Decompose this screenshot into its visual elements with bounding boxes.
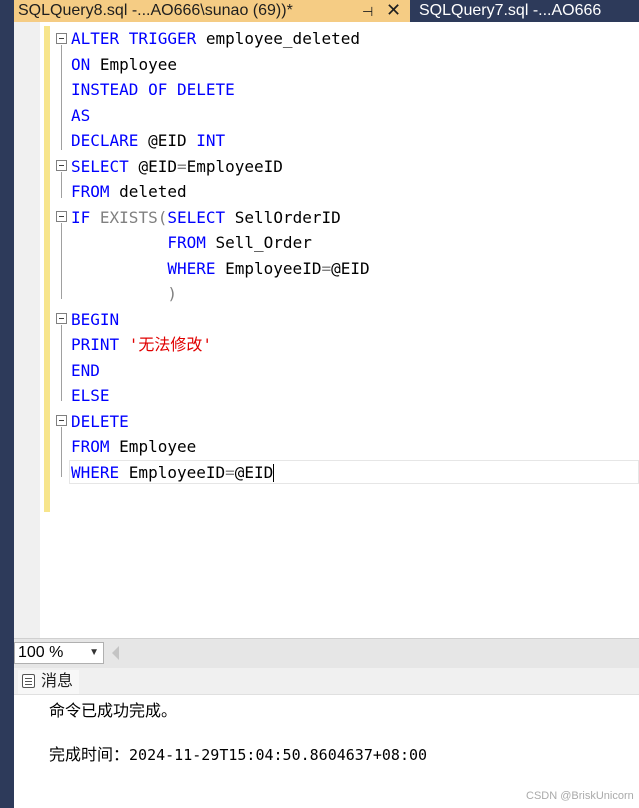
sql-token: @EID: [138, 156, 177, 176]
sql-keyword: ELSE: [71, 386, 110, 405]
window-frame: [0, 0, 14, 808]
text-caret: [273, 464, 275, 482]
completion-time-label: 完成时间：: [49, 745, 130, 764]
fold-guide: [61, 172, 62, 198]
code-line[interactable]: BEGIN: [71, 307, 370, 333]
sql-keyword: WHERE: [167, 258, 226, 278]
code-line[interactable]: SELECT @EID=EmployeeID: [71, 154, 370, 180]
code-line[interactable]: ): [71, 281, 370, 307]
scroll-left-icon[interactable]: [112, 646, 119, 660]
sql-keyword: INSTEAD OF DELETE: [71, 80, 235, 99]
code-line[interactable]: IF EXISTS(SELECT SellOrderID: [71, 205, 370, 231]
sql-keyword: FROM: [71, 437, 120, 456]
change-tracking-bar: [44, 26, 50, 512]
fold-guide: [61, 325, 62, 401]
sql-keyword: AS: [71, 105, 91, 125]
sql-token: @EID: [331, 258, 370, 278]
sql-token: Employee: [99, 54, 177, 74]
pin-icon[interactable]: ⊣: [362, 1, 373, 22]
tab-messages[interactable]: 消息: [18, 670, 80, 694]
result-message: 命令已成功完成。: [49, 701, 178, 720]
sql-keyword: WHERE: [71, 462, 129, 482]
code-line[interactable]: DELETE: [71, 409, 370, 435]
sql-keyword: BEGIN: [71, 309, 120, 329]
sql-keyword: SELECT: [71, 156, 139, 176]
close-icon[interactable]: ✕: [386, 0, 401, 21]
sql-keyword: PRINT: [71, 335, 129, 354]
code-line[interactable]: DECLARE @EID INT: [71, 128, 370, 154]
tab-sqlquery7[interactable]: SQLQuery7.sql -...AO666: [415, 0, 639, 22]
sql-token: =: [176, 156, 187, 176]
document-tab-bar: SQLQuery8.sql -...AO666\sunao (69))* ⊣ ✕…: [14, 0, 639, 22]
editor-status-bar: 100 % ▼: [14, 638, 639, 668]
code-line[interactable]: WHERE EmployeeID=@EID: [71, 460, 370, 486]
code-line[interactable]: ALTER TRIGGER employee_deleted: [71, 26, 370, 52]
sql-string: '无法修改': [128, 335, 213, 354]
code-line[interactable]: FROM Employee: [71, 434, 370, 460]
sql-token: deleted: [119, 182, 187, 201]
sql-token: EmployeeID: [225, 258, 322, 278]
sql-keyword: INT: [196, 131, 226, 150]
sql-keyword: IF: [71, 207, 100, 227]
fold-toggle-icon[interactable]: [56, 33, 67, 44]
sql-keyword: DELETE: [71, 411, 129, 431]
sql-token: EmployeeID: [128, 462, 226, 482]
sql-token: EXISTS(: [99, 207, 168, 227]
results-pane: 消息 命令已成功完成。 完成时间：2024-11-29T15:04:50.860…: [14, 668, 639, 808]
code-line[interactable]: FROM deleted: [71, 179, 370, 205]
fold-toggle-icon[interactable]: [56, 211, 67, 222]
fold-toggle-icon[interactable]: [56, 160, 67, 171]
fold-guide: [61, 223, 62, 299]
code-line[interactable]: AS: [71, 103, 370, 129]
zoom-dropdown[interactable]: 100 % ▼: [14, 642, 104, 664]
sql-keyword: ON: [71, 54, 100, 74]
query-editor[interactable]: ALTER TRIGGER employee_deleted ON Employe…: [14, 22, 639, 638]
fold-toggle-icon[interactable]: [56, 313, 67, 324]
editor-gutter: [14, 22, 40, 638]
sql-token: EmployeeID: [186, 156, 283, 176]
code-line[interactable]: INSTEAD OF DELETE: [71, 77, 370, 103]
sql-keyword: FROM: [167, 233, 216, 252]
sql-keyword: DECLARE: [71, 131, 149, 150]
results-tab-bar: 消息: [14, 668, 639, 695]
fold-toggle-icon[interactable]: [56, 415, 67, 426]
sql-keyword: END: [71, 360, 100, 380]
completion-time-value: 2024-11-29T15:04:50.8604637+08:00: [129, 746, 428, 764]
code-line[interactable]: END: [71, 358, 370, 384]
completion-time-row: 完成时间：2024-11-29T15:04:50.8604637+08:00: [49, 741, 427, 765]
sql-keyword: FROM: [71, 182, 120, 201]
sql-token: @EID: [234, 462, 274, 482]
sql-token: employee_deleted: [205, 29, 360, 48]
chevron-down-icon[interactable]: ▼: [89, 643, 99, 663]
code-line[interactable]: WHERE EmployeeID=@EID: [71, 256, 370, 282]
sql-token: =: [225, 462, 235, 482]
tab-title: SQLQuery8.sql -...AO666\sunao (69))*: [18, 2, 293, 19]
code-line[interactable]: FROM Sell_Order: [71, 230, 370, 256]
sql-token: =: [321, 258, 332, 278]
messages-icon: [22, 674, 35, 688]
sql-token: Employee: [119, 437, 197, 456]
fold-guide: [61, 427, 62, 477]
code-line[interactable]: PRINT '无法修改': [71, 332, 370, 358]
watermark: CSDN @BriskUnicorn: [526, 790, 634, 802]
sql-code[interactable]: ALTER TRIGGER employee_deleted ON Employe…: [71, 26, 370, 485]
tab-sqlquery8[interactable]: SQLQuery8.sql -...AO666\sunao (69))* ⊣ ✕: [14, 0, 410, 22]
sql-token: @EID: [148, 131, 197, 150]
code-line[interactable]: ELSE: [71, 383, 370, 409]
tab-messages-label: 消息: [41, 673, 74, 690]
zoom-value: 100 %: [18, 644, 64, 661]
sql-keyword: ALTER TRIGGER: [71, 29, 206, 48]
sql-token: ): [167, 284, 177, 303]
sql-token: Sell_Order: [215, 233, 312, 252]
code-line[interactable]: ON Employee: [71, 52, 370, 78]
tab-title: SQLQuery7.sql -...AO666: [419, 2, 602, 19]
fold-guide: [61, 45, 62, 150]
sql-token: SellOrderID: [234, 207, 341, 227]
sql-keyword: SELECT: [167, 207, 235, 227]
